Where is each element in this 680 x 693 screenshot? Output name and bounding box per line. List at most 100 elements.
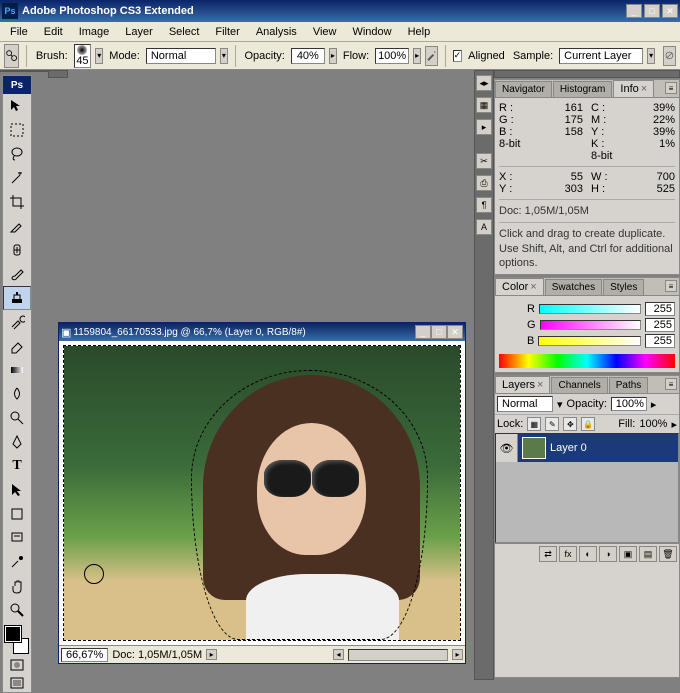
opacity-field[interactable]: 40% [291,48,325,64]
status-popup-arrow[interactable]: ▸ [206,649,217,660]
lock-transparent-icon[interactable]: ▦ [527,417,541,431]
layers-panel-menu[interactable]: ≡ [665,378,677,390]
ignore-adjustment-icon[interactable] [663,46,676,66]
shape-tool[interactable] [3,502,31,526]
lock-all-icon[interactable]: 🔒 [581,417,595,431]
foreground-color-swatch[interactable] [5,626,21,642]
brush-dropdown-arrow[interactable]: ▾ [95,48,103,64]
tab-paths[interactable]: Paths [609,377,649,393]
doc-minimize-button[interactable]: _ [415,325,431,339]
layer-opacity-arrow[interactable]: ▸ [651,398,657,411]
dodge-tool[interactable] [3,406,31,430]
tab-swatches[interactable]: Swatches [545,279,602,295]
dock-icon-1[interactable]: ▦ [476,97,492,113]
lock-pixels-icon[interactable]: ✎ [545,417,559,431]
layer-name[interactable]: Layer 0 [550,442,587,454]
canvas-grip[interactable] [48,70,68,78]
adjustment-layer-icon[interactable]: ◑ [599,546,617,562]
r-slider[interactable] [539,304,641,314]
tab-info[interactable]: Info× [613,80,654,97]
blend-mode-select[interactable]: Normal [146,48,216,64]
panels-grip[interactable] [494,70,680,78]
layer-blend-mode[interactable]: Normal [497,396,553,412]
brush-tool[interactable] [3,262,31,286]
toolbox-grip[interactable] [0,70,48,72]
info-panel-menu[interactable]: ≡ [665,82,677,94]
tab-layers[interactable]: Layers× [495,376,550,393]
layer-fill-arrow[interactable]: ▸ [671,418,677,431]
tab-channels[interactable]: Channels [551,377,607,393]
maximize-button[interactable]: □ [644,4,660,18]
menu-window[interactable]: Window [344,24,399,40]
flow-arrow[interactable]: ▸ [413,48,421,64]
menu-layer[interactable]: Layer [117,24,161,40]
document-titlebar[interactable]: ▣ 1159804_66170533.jpg @ 66,7% (Layer 0,… [59,323,465,341]
crop-tool[interactable] [3,190,31,214]
dock-icon-2[interactable]: ▸ [476,119,492,135]
wand-tool[interactable] [3,166,31,190]
quickmask-toggle[interactable] [3,656,31,674]
eyedropper-tool[interactable] [3,550,31,574]
menu-view[interactable]: View [305,24,345,40]
minimize-button[interactable]: _ [626,4,642,18]
color-swatches[interactable] [3,624,31,656]
scroll-left-arrow[interactable]: ◂ [333,649,344,660]
hand-tool[interactable] [3,574,31,598]
path-select-tool[interactable] [3,478,31,502]
color-panel-menu[interactable]: ≡ [665,280,677,292]
horizontal-scrollbar[interactable] [348,649,448,661]
layer-thumbnail[interactable] [522,437,546,459]
mode-dropdown-arrow[interactable]: ▾ [220,48,228,64]
lasso-tool[interactable] [3,142,31,166]
clone-stamp-tool[interactable] [3,286,31,310]
dock-grip[interactable]: ◂▸ [476,75,492,91]
tab-histogram[interactable]: Histogram [553,81,613,97]
layer-row[interactable]: 👁 Layer 0 [496,434,678,462]
zoom-field[interactable]: 66,67% [61,648,108,662]
menu-filter[interactable]: Filter [207,24,247,40]
airbrush-icon[interactable] [425,46,438,66]
flow-field[interactable]: 100% [375,48,409,64]
layer-visibility-icon[interactable]: 👁 [496,434,518,462]
g-value[interactable]: 255 [645,318,675,332]
menu-select[interactable]: Select [161,24,208,40]
r-value[interactable]: 255 [645,302,675,316]
lock-position-icon[interactable]: ✥ [563,417,577,431]
delete-layer-icon[interactable]: 🗑 [659,546,677,562]
new-layer-icon[interactable]: ▤ [639,546,657,562]
dock-icon-4[interactable]: ⎙ [476,175,492,191]
layer-blend-arrow[interactable]: ▾ [557,398,563,411]
color-spectrum[interactable] [499,354,675,368]
slice-tool[interactable] [3,214,31,238]
menu-analysis[interactable]: Analysis [248,24,305,40]
layer-fill-field[interactable]: 100% [639,418,667,430]
blur-tool[interactable] [3,382,31,406]
scroll-right-arrow[interactable]: ▸ [452,649,463,660]
type-tool[interactable]: T [3,454,31,478]
zoom-tool[interactable] [3,598,31,622]
gradient-tool[interactable] [3,358,31,382]
active-tool-icon[interactable] [4,44,19,68]
eraser-tool[interactable] [3,334,31,358]
move-tool[interactable] [3,94,31,118]
document-canvas[interactable] [63,345,461,641]
aligned-checkbox[interactable]: ✓ [453,50,463,62]
history-brush-tool[interactable] [3,310,31,334]
dock-icon-3[interactable]: ✂ [476,153,492,169]
marquee-tool[interactable] [3,118,31,142]
pen-tool[interactable] [3,430,31,454]
doc-maximize-button[interactable]: □ [431,325,447,339]
menu-help[interactable]: Help [400,24,439,40]
menu-file[interactable]: File [2,24,36,40]
menu-image[interactable]: Image [71,24,118,40]
layer-mask-icon[interactable]: ◐ [579,546,597,562]
brush-preset-picker[interactable]: 45 [74,44,92,68]
screenmode-toggle[interactable] [3,674,31,692]
healing-tool[interactable] [3,238,31,262]
doc-close-button[interactable]: ✕ [447,325,463,339]
opacity-arrow[interactable]: ▸ [329,48,337,64]
tab-color[interactable]: Color× [495,278,544,295]
layer-group-icon[interactable]: ▣ [619,546,637,562]
layer-style-icon[interactable]: fx [559,546,577,562]
tab-styles[interactable]: Styles [603,279,644,295]
